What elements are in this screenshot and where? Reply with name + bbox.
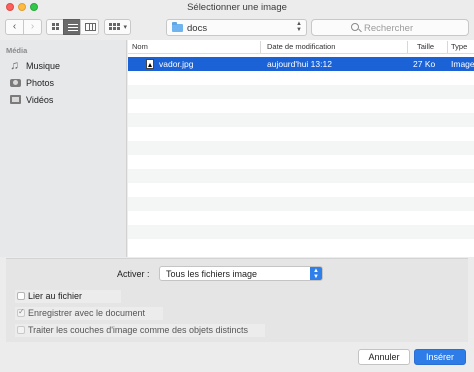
empty-row [128, 127, 474, 141]
link-file-option[interactable]: Lier au fichier [15, 290, 121, 303]
search-input[interactable] [364, 22, 464, 34]
file-name: vador.jpg [159, 59, 194, 69]
empty-row [128, 197, 474, 211]
updown-chevron-icon: ▲ ▼ [310, 267, 322, 280]
location-label: docs [187, 23, 208, 34]
empty-row [128, 169, 474, 183]
file-list[interactable]: Nom Date de modification Taille Type vad… [128, 40, 474, 257]
view-icons-button[interactable] [46, 19, 64, 35]
empty-row [128, 183, 474, 197]
search-icon [351, 23, 359, 31]
group-icon [109, 23, 120, 30]
column-divider[interactable] [260, 41, 261, 53]
link-file-checkbox[interactable] [17, 292, 25, 300]
chevron-right-icon: › [30, 21, 35, 32]
save-with-document-checkbox[interactable]: ✓ [17, 307, 25, 317]
search-field[interactable] [311, 19, 469, 36]
column-divider[interactable] [447, 41, 448, 53]
updown-chevron-icon: ▲ ▼ [296, 21, 302, 33]
file-dialog: Sélectionner une image ‹ › ▾ docs ▲ ▼ Re… [0, 0, 474, 372]
forward-button[interactable]: › [23, 19, 42, 35]
file-row[interactable]: vador.jpg aujourd'hui 13:12 27 Ko Image [128, 57, 474, 71]
location-popup[interactable]: docs ▲ ▼ [166, 19, 307, 36]
sidebar-item-label: Photos [26, 78, 55, 88]
film-icon [10, 95, 21, 104]
insert-button[interactable]: Insérer [414, 349, 466, 365]
toolbar: ‹ › ▾ docs ▲ ▼ [0, 14, 474, 40]
column-divider[interactable] [407, 41, 408, 53]
column-header: Nom Date de modification Taille Type [128, 40, 474, 54]
empty-row [128, 141, 474, 155]
empty-row [128, 211, 474, 225]
column-name[interactable]: Nom [132, 42, 148, 51]
cancel-button[interactable]: Annuler [358, 349, 410, 365]
chevron-left-icon: ‹ [12, 21, 17, 32]
column-modified[interactable]: Date de modification [267, 42, 335, 51]
sidebar-item-musique[interactable]: Musique [10, 58, 122, 73]
file-modified: aujourd'hui 13:12 [267, 59, 332, 69]
icon-view-icon [52, 23, 59, 30]
empty-row [128, 113, 474, 127]
separate-layers-checkbox[interactable] [17, 326, 25, 334]
window-title: Sélectionner une image [187, 2, 287, 13]
view-list-button[interactable] [63, 19, 81, 35]
empty-row [128, 239, 474, 253]
checkbox-label: Traiter les couches d'image comme des ob… [28, 325, 248, 335]
checkbox-label: Enregistrer avec le document [28, 308, 146, 318]
empty-row [128, 71, 474, 85]
save-with-document-option[interactable]: ✓ Enregistrer avec le document [15, 307, 163, 320]
sidebar-item-videos[interactable]: Vidéos [10, 93, 122, 107]
options-panel: Activer : Tous les fichiers image ▲ ▼ Lie… [6, 258, 468, 342]
empty-row [128, 99, 474, 113]
sidebar-item-photos[interactable]: Photos [10, 76, 122, 90]
column-view-icon [85, 23, 96, 31]
chevron-down-icon: ▾ [123, 24, 127, 31]
checkmark-icon: ✓ [18, 307, 25, 316]
folder-icon [172, 22, 183, 32]
music-icon [10, 58, 21, 72]
separate-layers-option[interactable]: Traiter les couches d'image comme des ob… [15, 324, 265, 337]
checkbox-label: Lier au fichier [28, 291, 83, 301]
back-button[interactable]: ‹ [5, 19, 24, 35]
empty-row [128, 85, 474, 99]
sidebar-item-label: Musique [26, 61, 61, 71]
file-type-select-value: Tous les fichiers image [166, 269, 258, 279]
group-by-button[interactable]: ▾ [104, 19, 131, 35]
file-size: 27 Ko [413, 59, 436, 69]
list-view-icon [68, 24, 78, 33]
empty-row [128, 155, 474, 169]
view-columns-button[interactable] [80, 19, 99, 35]
sidebar-section-header: Média [6, 46, 28, 55]
title-bar: Sélectionner une image [0, 0, 474, 14]
empty-row [128, 225, 474, 239]
file-type: Image [451, 59, 474, 69]
image-file-icon [146, 59, 154, 69]
file-type-select[interactable]: Tous les fichiers image ▲ ▼ [159, 266, 323, 281]
sidebar: Média Musique Photos Vidéos [0, 40, 127, 257]
filter-label: Activer : [117, 269, 150, 279]
column-type[interactable]: Type [451, 42, 467, 51]
sidebar-item-label: Vidéos [26, 95, 54, 105]
camera-icon [10, 79, 21, 87]
column-size[interactable]: Taille [417, 42, 434, 51]
